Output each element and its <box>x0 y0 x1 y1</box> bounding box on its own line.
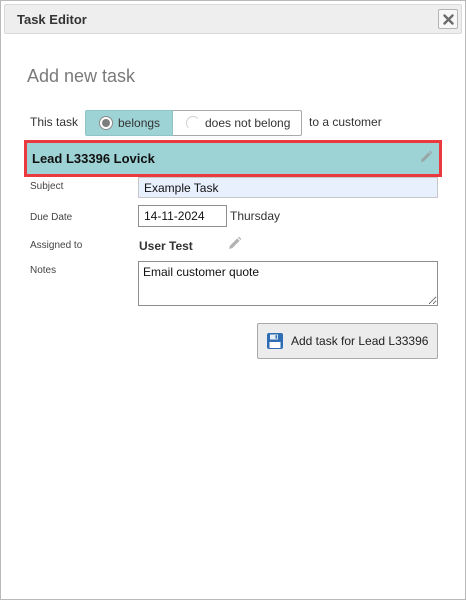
due-date-input[interactable] <box>138 205 227 227</box>
does-not-belong-option[interactable]: does not belong <box>173 110 302 136</box>
assigned-to-label: Assigned to <box>30 240 83 251</box>
form-heading: Add new task <box>27 66 136 86</box>
lead-name: Lead L33396 Lovick <box>32 151 155 166</box>
lead-selector[interactable]: Lead L33396 Lovick <box>24 140 442 177</box>
add-task-button-label: Add task for Lead L33396 <box>291 334 429 348</box>
title-bar: Task Editor <box>4 4 462 34</box>
close-icon <box>443 14 454 25</box>
does-not-belong-option-label: does not belong <box>205 116 291 130</box>
notes-label: Notes <box>30 265 57 276</box>
assigned-to-value: User Test <box>139 239 193 253</box>
due-weekday: Thursday <box>230 209 281 223</box>
add-task-button[interactable]: Add task for Lead L33396 <box>257 323 438 359</box>
subject-label: Subject <box>30 181 64 192</box>
belong-toggle: belongs does not belong <box>85 110 302 136</box>
belong-suffix-label: to a customer <box>309 115 382 129</box>
belongs-option[interactable]: belongs <box>85 110 173 136</box>
subject-input[interactable] <box>138 177 438 198</box>
task-editor-window: Task Editor Add new task This task belon… <box>0 0 466 600</box>
floppy-disk-icon <box>266 332 284 350</box>
pencil-icon[interactable] <box>227 236 242 256</box>
pencil-icon[interactable] <box>419 150 433 169</box>
window-title: Task Editor <box>17 12 87 27</box>
belongs-option-label: belongs <box>118 116 161 130</box>
belong-prefix-label: This task <box>30 115 79 129</box>
radio-selected-icon <box>99 116 113 130</box>
due-date-label: Due Date <box>30 212 73 223</box>
close-button[interactable] <box>438 9 458 29</box>
notes-textarea[interactable]: Email customer quote <box>138 261 438 306</box>
radio-unselected-icon <box>186 116 200 130</box>
